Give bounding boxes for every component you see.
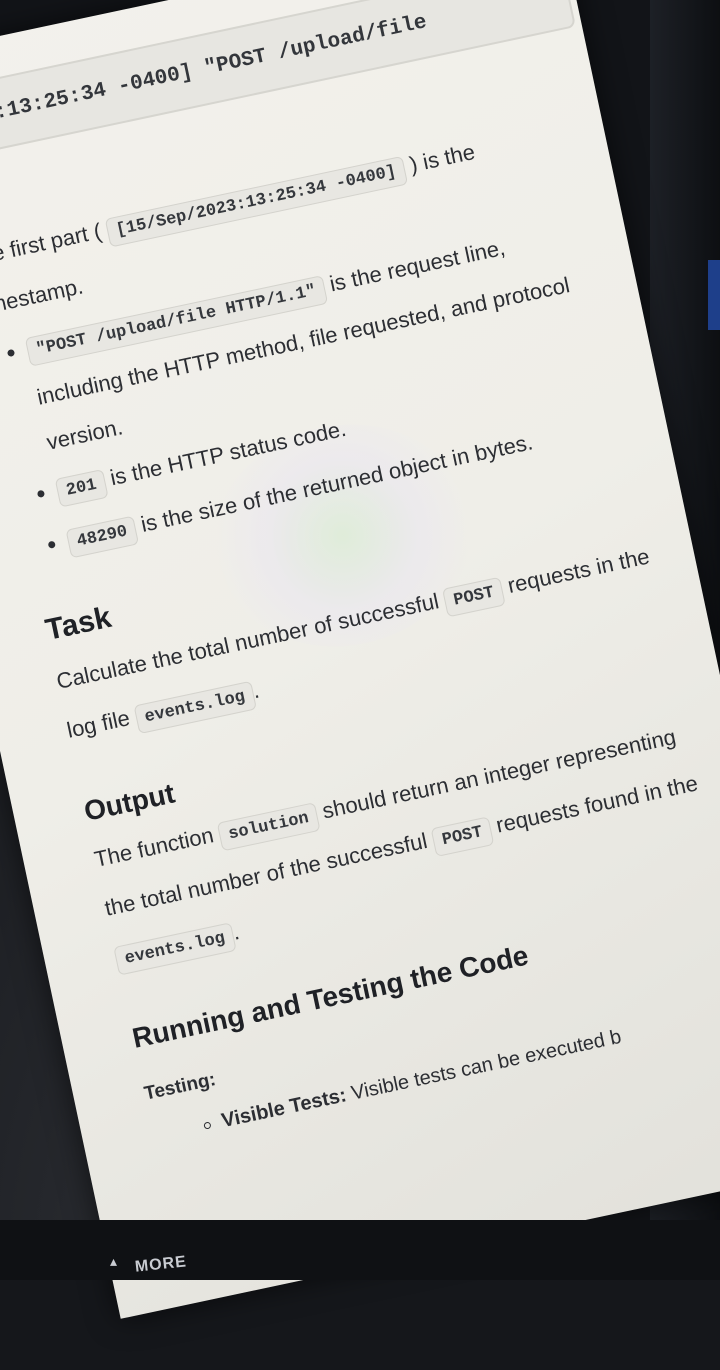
monitor-screen: p/2023:13:25:34 -0400] "POST /upload/fil… — [0, 0, 720, 1370]
events-log-code: events.log — [113, 922, 237, 976]
size-code: 48290 — [65, 515, 140, 559]
events-log-code: events.log — [133, 680, 257, 735]
post-method-code: POST — [442, 576, 506, 618]
blue-light-strip — [708, 260, 720, 330]
document-content: p/2023:13:25:34 -0400] "POST /upload/fil… — [0, 0, 720, 1160]
intro-pre: The first part ( — [0, 218, 104, 272]
solution-code: solution — [216, 802, 321, 852]
status-code-code: 201 — [54, 469, 109, 508]
arrow-icon[interactable]: ▴ — [110, 1253, 117, 1270]
post-method-code: POST — [430, 816, 495, 857]
output-pre: The function — [92, 822, 216, 872]
visible-tests-label: Visible Tests: — [219, 1084, 349, 1133]
document-page: p/2023:13:25:34 -0400] "POST /upload/fil… — [0, 0, 720, 1319]
bottom-bar — [0, 1220, 720, 1280]
